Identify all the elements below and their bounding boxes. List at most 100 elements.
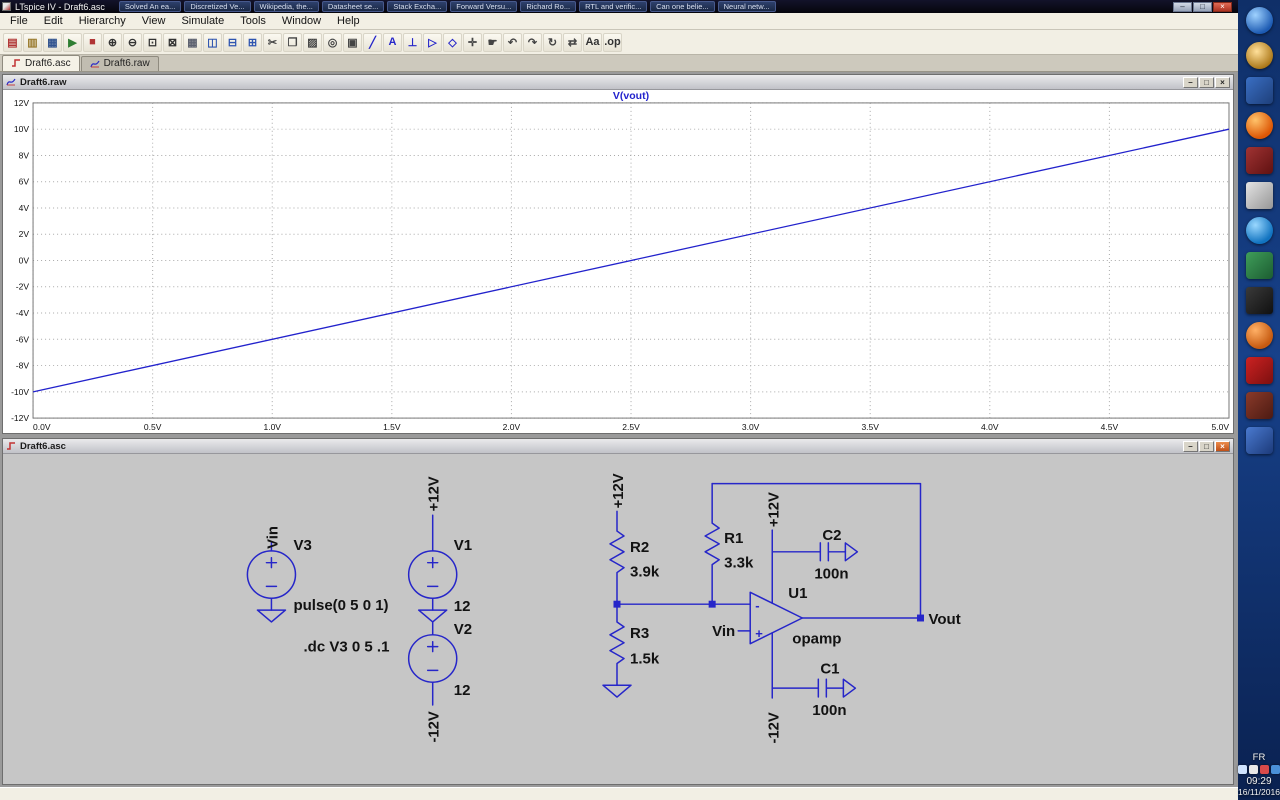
waveform-close-button[interactable]: × (1215, 76, 1230, 88)
tile-horizontal-icon[interactable]: ⊟ (223, 32, 242, 52)
find-icon[interactable]: ◎ (323, 32, 342, 52)
taskbar-item[interactable]: Discretized Ve... (184, 1, 251, 12)
taskbar-item[interactable]: Datasheet se... (321, 1, 385, 12)
desktop-icon-green-app[interactable] (1245, 252, 1273, 279)
component-icon[interactable]: ◇ (443, 32, 462, 52)
zoom-in-icon[interactable]: ⊕ (103, 32, 122, 52)
waveform-restore-button[interactable]: □ (1199, 76, 1214, 88)
zoom-out-icon[interactable]: ⊖ (123, 32, 142, 52)
text-icon[interactable]: Aa (583, 32, 602, 52)
menu-edit[interactable]: Edit (36, 14, 71, 28)
v1-value[interactable]: 12 (454, 598, 471, 615)
tray-volume-icon[interactable] (1249, 765, 1258, 774)
c1-value[interactable]: 100n (812, 702, 846, 719)
menu-window[interactable]: Window (274, 14, 329, 28)
label-net-icon[interactable]: A (383, 32, 402, 52)
r1-designator[interactable]: R1 (724, 530, 743, 547)
v3-designator[interactable]: V3 (293, 537, 311, 554)
schematic-pane[interactable]: V3 pulse(0 5 0 1) Vin V1 12 +12V V2 12 -… (3, 454, 1233, 784)
menu-tools[interactable]: Tools (232, 14, 274, 28)
menu-simulate[interactable]: Simulate (173, 14, 232, 28)
cascade-windows-icon[interactable]: ⊞ (243, 32, 262, 52)
schematic-titlebar[interactable]: Draft6.asc – □ × (3, 439, 1233, 454)
new-schematic-icon[interactable]: ▤ (3, 32, 22, 52)
paste-icon[interactable]: ▨ (303, 32, 322, 52)
taskbar-item[interactable]: Forward Versu... (450, 1, 518, 12)
open-file-icon[interactable]: ▥ (23, 32, 42, 52)
net-label-plus12-v1[interactable]: +12V (426, 476, 443, 511)
grid-icon[interactable]: ▦ (183, 32, 202, 52)
resistor-r2[interactable] (609, 510, 625, 605)
desktop-icon-console[interactable] (1245, 287, 1273, 314)
print-icon[interactable]: ▣ (343, 32, 362, 52)
save-icon[interactable]: ▦ (43, 32, 62, 52)
waveform-titlebar[interactable]: Draft6.raw – □ × (3, 75, 1233, 90)
copy-icon[interactable]: ❐ (283, 32, 302, 52)
desktop-icon-acrobat[interactable] (1245, 357, 1273, 384)
resistor-r3[interactable] (602, 603, 632, 698)
tab-draft6-raw[interactable]: Draft6.raw (80, 56, 159, 71)
trace-vout[interactable] (32, 128, 1230, 393)
move-icon[interactable]: ✛ (463, 32, 482, 52)
voltage-source-v3[interactable] (246, 542, 297, 623)
v1-designator[interactable]: V1 (454, 537, 472, 554)
menu-file[interactable]: File (2, 14, 36, 28)
desktop-icon-firefox[interactable] (1245, 112, 1273, 139)
menu-view[interactable]: View (134, 14, 174, 28)
desktop-icon-orange-app[interactable] (1245, 322, 1273, 349)
halt-icon[interactable]: ■ (83, 32, 102, 52)
zoom-area-icon[interactable]: ⊡ (143, 32, 162, 52)
c2-designator[interactable]: C2 (822, 527, 841, 544)
r1-value[interactable]: 3.3k (724, 555, 754, 572)
net-label-minus12-v2[interactable]: -12V (426, 711, 443, 742)
desktop-icon-maroon-app[interactable] (1245, 392, 1273, 419)
titlebar[interactable]: LTspice IV - Draft6.asc Solved An ea... … (0, 0, 1238, 13)
waveform-plot[interactable]: 0.0V 0.5V 1.0V 1.5V 2.0V 2.5V 3.0V 3.5V 4.0V 4.5V… (3, 90, 1233, 433)
waveform-minimize-button[interactable]: – (1183, 76, 1198, 88)
mirror-icon[interactable]: ⇄ (563, 32, 582, 52)
zoom-fit-icon[interactable]: ⊠ (163, 32, 182, 52)
net-label-vin[interactable]: Vin (264, 526, 281, 549)
menu-hierarchy[interactable]: Hierarchy (71, 14, 134, 28)
schematic-close-button[interactable]: × (1215, 440, 1230, 452)
ground-icon[interactable]: ⊥ (403, 32, 422, 52)
wire-icon[interactable]: ╱ (363, 32, 382, 52)
tile-vertical-icon[interactable]: ◫ (203, 32, 222, 52)
menu-help[interactable]: Help (329, 14, 368, 28)
desktop-icon-gold-coil[interactable] (1245, 42, 1273, 69)
taskbar-item[interactable]: Solved An ea... (118, 1, 182, 12)
clock-time[interactable]: 09:29 (1238, 776, 1280, 787)
v2-value[interactable]: 12 (454, 682, 471, 699)
waveform-pane[interactable]: 0.0V 0.5V 1.0V 1.5V 2.0V 2.5V 3.0V 3.5V 4.0V 4.5V… (3, 90, 1233, 433)
r2-designator[interactable]: R2 (630, 539, 649, 556)
tray-network-icon[interactable] (1238, 765, 1247, 774)
u1-value[interactable]: opamp (792, 631, 841, 648)
capacitor-c1[interactable] (817, 678, 857, 698)
schematic-canvas[interactable]: V3 pulse(0 5 0 1) Vin V1 12 +12V V2 12 -… (3, 454, 1233, 784)
cut-icon[interactable]: ✂ (263, 32, 282, 52)
redo-icon[interactable]: ↷ (523, 32, 542, 52)
tray-shield-icon[interactable] (1260, 765, 1269, 774)
desktop-icon-blue-globe[interactable] (1245, 7, 1273, 34)
schematic-minimize-button[interactable]: – (1183, 440, 1198, 452)
drag-icon[interactable]: ☛ (483, 32, 502, 52)
clock-date[interactable]: 16/11/2016 (1238, 787, 1280, 797)
resistor-r1[interactable] (704, 482, 720, 605)
c1-designator[interactable]: C1 (820, 660, 839, 677)
tab-draft6-asc[interactable]: Draft6.asc (2, 55, 80, 71)
r2-value[interactable]: 3.9k (630, 564, 660, 581)
desktop-icon-ie-globe[interactable] (1245, 217, 1273, 244)
r3-value[interactable]: 1.5k (630, 651, 660, 668)
taskbar-item[interactable]: Richard Ro... (520, 1, 577, 12)
desktop-icon-ltspice[interactable] (1245, 182, 1273, 209)
undo-icon[interactable]: ↶ (503, 32, 522, 52)
taskbar-item[interactable]: Neural netw... (717, 1, 776, 12)
tray-app-icon[interactable] (1271, 765, 1280, 774)
schematic-restore-button[interactable]: □ (1199, 440, 1214, 452)
taskbar-item[interactable]: Stack Excha... (387, 1, 448, 12)
c2-value[interactable]: 100n (814, 566, 848, 583)
v2-designator[interactable]: V2 (454, 621, 472, 638)
taskbar-item[interactable]: RTL and verific... (579, 1, 648, 12)
net-label-plus12-r2[interactable]: +12V (610, 473, 627, 508)
spice-directive-icon[interactable]: .op (603, 32, 622, 52)
